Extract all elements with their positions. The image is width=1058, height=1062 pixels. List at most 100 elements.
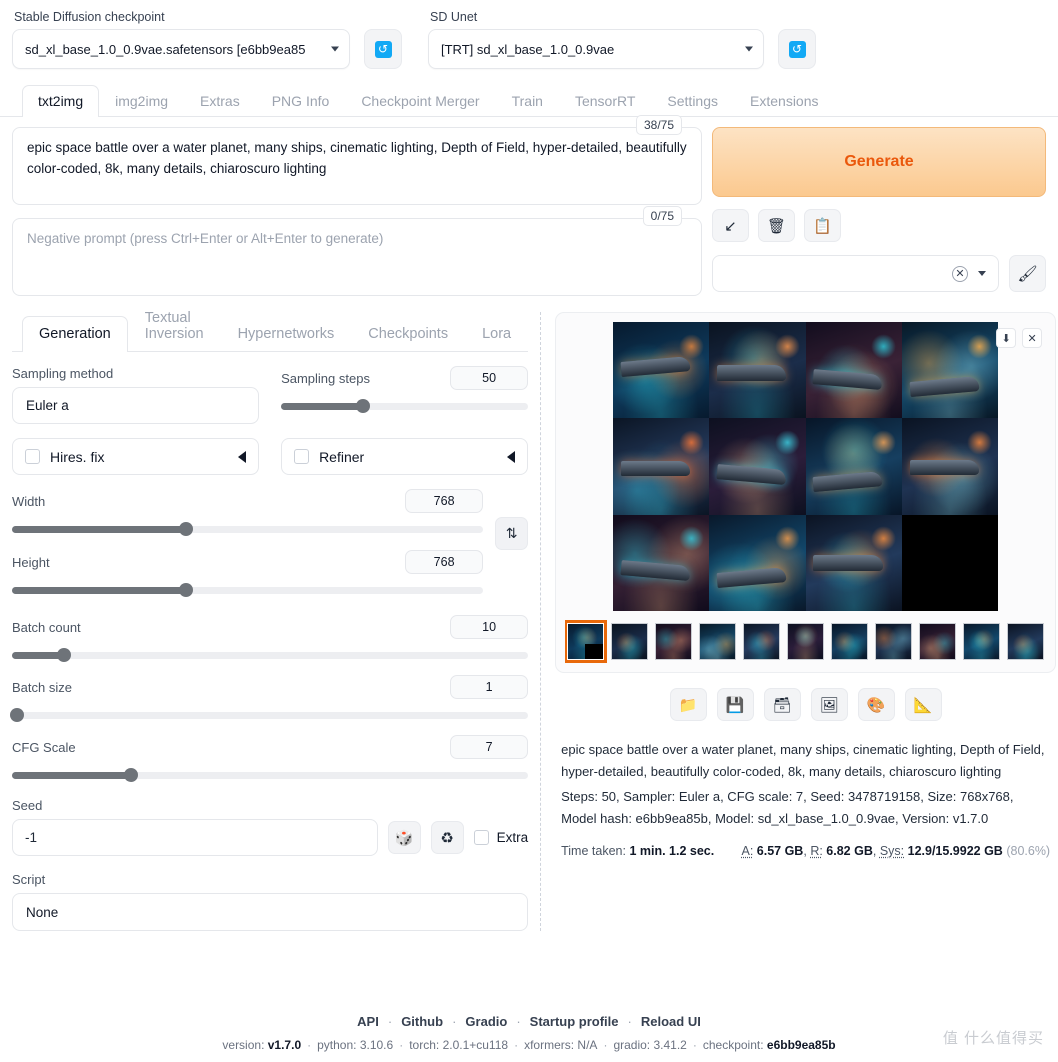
checkpoint-label: Stable Diffusion checkpoint — [14, 10, 165, 24]
grid-cell-image[interactable] — [901, 322, 999, 419]
thumbnail-2[interactable] — [611, 623, 649, 660]
thumbnail-6[interactable] — [787, 623, 825, 660]
clear-icon[interactable]: ✕ — [952, 265, 968, 282]
main-tab-extras[interactable]: Extras — [184, 85, 256, 117]
cfg-scale-slider[interactable] — [12, 768, 529, 782]
generation-tab-checkpoints[interactable]: Checkpoints — [351, 316, 465, 352]
main-tab-settings[interactable]: Settings — [651, 85, 734, 117]
send-to-img2img-button[interactable]: 🖼 — [810, 688, 848, 721]
grid-cell-image[interactable] — [709, 418, 806, 515]
refiner-accordion[interactable]: Refiner — [281, 438, 529, 475]
restore-progress-button[interactable]: ↙ — [712, 209, 749, 242]
generation-tab-textual-inversion[interactable]: Textual Inversion — [128, 300, 221, 352]
grid-cell-image[interactable] — [805, 322, 902, 419]
grid-cell-image[interactable] — [709, 514, 806, 611]
refiner-checkbox[interactable] — [294, 449, 310, 464]
close-image-button[interactable]: ✕ — [1022, 328, 1043, 348]
sd-unet-select[interactable]: [TRT] sd_xl_base_1.0_0.9vae — [428, 29, 764, 69]
grid-cell-image[interactable] — [901, 418, 999, 515]
footer-link-github[interactable]: Github — [401, 1014, 443, 1029]
send-to-extras-button[interactable]: 📐 — [904, 688, 942, 721]
seed-input[interactable]: -1 — [12, 819, 378, 856]
sampling-method-select[interactable]: Euler a — [12, 387, 260, 424]
grid-cell-image[interactable] — [613, 322, 710, 419]
slider-knob[interactable] — [10, 708, 25, 722]
generation-tab-hypernetworks[interactable]: Hypernetworks — [221, 316, 352, 352]
grid-cell-image[interactable] — [613, 514, 710, 611]
main-tab-tensorrt[interactable]: TensorRT — [559, 85, 651, 117]
grid-cell-image[interactable] — [805, 418, 902, 515]
thumbnail-3[interactable] — [655, 623, 693, 660]
height-slider[interactable] — [12, 583, 484, 597]
script-select[interactable]: None — [12, 893, 529, 931]
extra-seed-toggle[interactable]: Extra — [473, 830, 528, 845]
sampling-steps-value[interactable]: 50 — [450, 366, 529, 390]
hires-fix-accordion[interactable]: Hires. fix — [12, 438, 260, 475]
main-tab-png-info[interactable]: PNG Info — [256, 85, 346, 117]
main-tab-train[interactable]: Train — [496, 85, 559, 117]
refresh-unet-button[interactable]: ↺ — [778, 29, 816, 69]
expand-icon[interactable] — [238, 450, 247, 463]
batch-count-value[interactable]: 10 — [450, 615, 529, 639]
random-seed-button[interactable]: 🎲 — [387, 821, 421, 854]
generated-image-grid[interactable] — [613, 322, 999, 611]
open-folder-button[interactable]: 📁 — [669, 688, 707, 721]
sampling-steps-slider[interactable] — [281, 399, 529, 413]
batch-size-value[interactable]: 1 — [450, 675, 529, 699]
width-value[interactable]: 768 — [405, 489, 484, 513]
generate-button[interactable]: Generate — [712, 127, 1046, 197]
send-to-inpaint-button[interactable]: 🎨 — [857, 688, 895, 721]
swap-dimensions-button[interactable]: ⇅ — [495, 517, 529, 550]
footer-link-gradio[interactable]: Gradio — [465, 1014, 507, 1029]
refresh-checkpoint-button[interactable]: ↺ — [364, 29, 402, 69]
batch-count-field: Batch count 10 — [12, 615, 529, 662]
batch-size-slider[interactable] — [10, 708, 529, 722]
grid-cell-image[interactable] — [805, 514, 902, 611]
slider-knob[interactable] — [355, 399, 370, 413]
thumbnail-5[interactable] — [743, 623, 781, 660]
prompt-input[interactable]: epic space battle over a water planet, m… — [12, 127, 702, 205]
apply-style-button[interactable]: 📋 — [804, 209, 841, 242]
grid-cell-empty[interactable] — [901, 514, 999, 611]
thumbnail-11[interactable] — [1007, 623, 1045, 660]
save-zip-button[interactable]: 🗃 — [763, 688, 801, 721]
footer-link-reload-ui[interactable]: Reload UI — [641, 1014, 701, 1029]
main-tab-extensions[interactable]: Extensions — [734, 85, 834, 117]
thumbnail-8[interactable] — [875, 623, 913, 660]
save-button[interactable]: 💾 — [716, 688, 754, 721]
main-tab-img2img[interactable]: img2img — [99, 85, 184, 117]
download-image-button[interactable]: ⬇ — [996, 328, 1017, 348]
generation-tab-lora[interactable]: Lora — [465, 316, 528, 352]
extra-checkbox[interactable] — [473, 830, 489, 845]
slider-knob[interactable] — [179, 583, 194, 597]
grid-cell-image[interactable] — [709, 322, 806, 419]
slider-knob[interactable] — [179, 522, 194, 536]
thumbnail-9[interactable] — [919, 623, 957, 660]
thumbnail-1[interactable] — [565, 620, 608, 663]
clear-prompt-button[interactable]: 🗑 — [758, 209, 795, 242]
thumbnail-4[interactable] — [699, 623, 737, 660]
hires-fix-checkbox[interactable] — [25, 449, 40, 464]
height-value[interactable]: 768 — [405, 550, 484, 574]
footer-link-startup-profile[interactable]: Startup profile — [530, 1014, 619, 1029]
footer-link-api[interactable]: API — [357, 1014, 379, 1029]
slider-knob[interactable] — [56, 648, 71, 662]
grid-cell-image[interactable] — [613, 418, 710, 515]
thumbnail-7[interactable] — [831, 623, 869, 660]
edit-styles-button[interactable]: 🖌 — [1009, 255, 1046, 292]
styles-select[interactable]: ✕ — [712, 255, 999, 292]
main-tab-checkpoint-merger[interactable]: Checkpoint Merger — [345, 85, 495, 117]
image-stage: ⬇ ✕ — [565, 322, 1046, 611]
cfg-scale-value[interactable]: 7 — [450, 735, 529, 759]
thumbnail-10[interactable] — [963, 623, 1001, 660]
batch-count-slider[interactable] — [12, 648, 529, 662]
slider-knob[interactable] — [123, 768, 138, 782]
width-slider[interactable] — [12, 522, 484, 536]
thumbnail-strip[interactable] — [565, 620, 1046, 663]
expand-icon[interactable] — [507, 450, 516, 463]
generation-tab-generation[interactable]: Generation — [22, 316, 128, 352]
negative-prompt-input[interactable]: Negative prompt (press Ctrl+Enter or Alt… — [12, 218, 702, 296]
checkpoint-select[interactable]: sd_xl_base_1.0_0.9vae.safetensors [e6bb9… — [12, 29, 350, 69]
main-tab-txt2img[interactable]: txt2img — [22, 85, 100, 117]
reuse-seed-button[interactable]: ♻ — [430, 821, 464, 854]
